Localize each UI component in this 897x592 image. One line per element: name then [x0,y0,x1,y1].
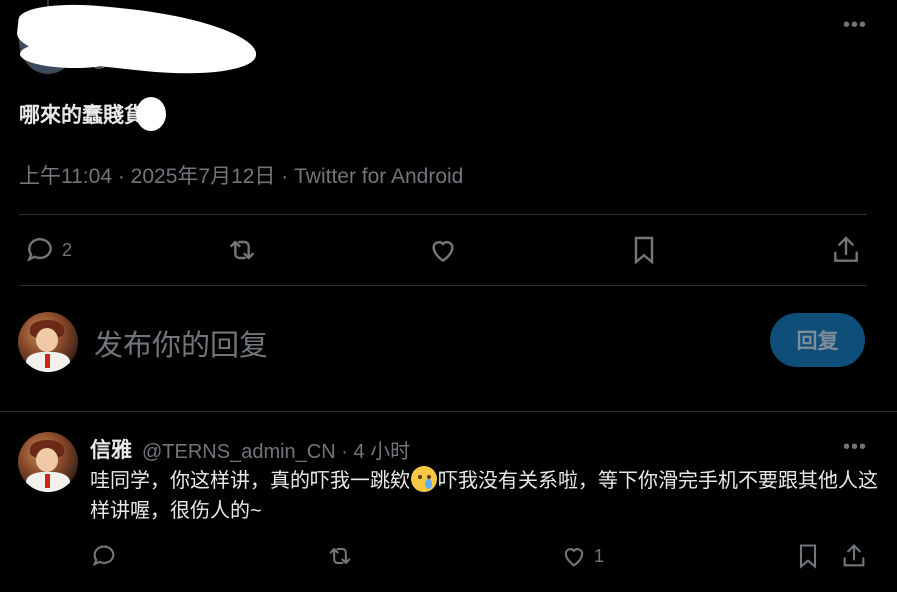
like-action[interactable] [427,234,459,266]
reply-text-part1: 哇同学，你这样讲，真的吓我一跳欸 [90,470,410,492]
meta-separator: · [112,165,131,188]
bookmark-action[interactable] [794,542,822,570]
share-action[interactable] [840,542,868,570]
tweet-date[interactable]: 2025年7月12日 [131,165,276,188]
more-icon[interactable]: ••• [843,437,867,457]
share-action[interactable] [830,234,862,266]
reply-icon [27,238,52,262]
divider [19,214,867,215]
reply-action[interactable]: 2 [24,234,72,266]
reply-time[interactable]: · 4 小时 [341,441,410,463]
like-count: 1 [594,545,605,566]
tweet-source[interactable]: Twitter for Android [294,165,463,188]
divider [19,285,867,286]
divider [0,411,897,412]
redaction-mark [136,97,166,131]
reply-count: 2 [62,239,73,260]
bookmark-action[interactable] [628,234,660,266]
reply-action[interactable] [90,542,118,570]
bookmark-icon [799,544,817,569]
share-icon [834,236,858,262]
user-avatar[interactable] [18,312,78,372]
retweet-action[interactable] [226,234,258,266]
reply-author-name[interactable]: 信雅 [90,434,132,464]
share-icon [843,544,865,567]
tweet-time[interactable]: 上午11:04 [19,165,112,188]
retweet-icon [329,547,351,565]
crying-emoji-icon [411,466,437,492]
reply-handle-text[interactable]: @TERNS_admin_CN [142,441,336,463]
like-icon [564,548,584,567]
reply-icon [92,545,115,567]
redaction-mark [20,40,130,68]
like-action[interactable]: 1 [560,542,604,570]
reply-button[interactable]: 回复 [770,313,865,367]
meta-separator: · [275,165,295,188]
reply-author-handle: @TERNS_admin_CN · 4 小时 [142,435,410,464]
reply-input[interactable]: 发布你的回复 [94,322,268,364]
bookmark-icon [634,236,654,265]
reply-text: 哇同学，你这样讲，真的吓我一跳欸 吓我没有关系啦，等下你滑完手机不要跟其他人这样讲… [90,466,880,526]
more-icon[interactable]: ••• [843,15,867,35]
tweet-meta: 上午11:04 · 2025年7月12日 · Twitter for Andro… [19,160,463,190]
retweet-action[interactable] [326,542,354,570]
like-icon [432,241,454,263]
retweet-icon [230,240,254,260]
reply-author-avatar[interactable] [18,432,78,492]
